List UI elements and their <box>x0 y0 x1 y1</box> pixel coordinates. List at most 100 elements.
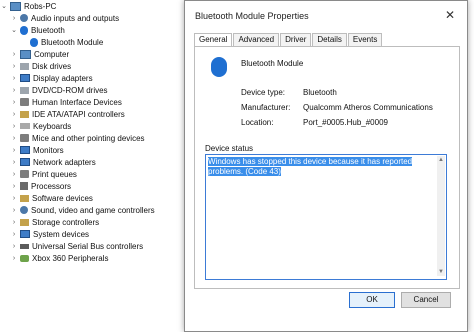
printer-icon <box>20 170 29 178</box>
tree-item-mice[interactable]: › Mice and other pointing devices <box>10 132 145 144</box>
ok-button[interactable]: OK <box>349 292 395 308</box>
device-status-group: Device status Windows has stopped this d… <box>203 144 447 282</box>
device-type-label: Device type: <box>241 88 286 97</box>
storage-icon <box>20 218 29 226</box>
tree-item-bluetooth-module[interactable]: Bluetooth Module <box>28 36 103 48</box>
tree-item-ide[interactable]: › IDE ATA/ATAPI controllers <box>10 108 125 120</box>
expand-icon[interactable]: › <box>10 96 18 108</box>
tree-root-label: Robs-PC <box>24 1 57 11</box>
expand-icon[interactable]: › <box>10 204 18 216</box>
tab-general[interactable]: General <box>194 33 233 47</box>
expand-icon[interactable]: › <box>10 72 18 84</box>
tree-item-label: Sound, video and game controllers <box>31 205 155 215</box>
expand-icon[interactable]: › <box>10 228 18 240</box>
status-line-1: Windows has stopped this device because … <box>208 157 413 166</box>
tree-item-keyboards[interactable]: › Keyboards <box>10 120 71 132</box>
location-label: Location: <box>241 118 274 127</box>
general-tab-panel: Bluetooth Module Device type: Bluetooth … <box>194 46 460 289</box>
expand-icon[interactable]: › <box>10 12 18 24</box>
computer-icon <box>10 1 21 11</box>
bluetooth-icon <box>211 57 227 77</box>
expand-icon[interactable]: › <box>10 120 18 132</box>
tab-events[interactable]: Events <box>347 33 383 46</box>
tree-item-usb[interactable]: › Universal Serial Bus controllers <box>10 240 143 252</box>
manufacturer-value: Qualcomm Atheros Communications <box>303 103 433 112</box>
tree-item-bluetooth[interactable]: ⌄ Bluetooth <box>10 24 65 36</box>
processor-icon <box>20 182 28 190</box>
tree-item-computer[interactable]: › Computer <box>10 48 69 60</box>
xbox-icon <box>20 254 29 262</box>
expand-icon[interactable]: › <box>10 180 18 192</box>
device-status-textbox[interactable]: Windows has stopped this device because … <box>205 154 447 280</box>
scroll-up-icon[interactable]: ▲ <box>437 156 445 164</box>
expand-icon[interactable]: › <box>10 84 18 96</box>
expand-icon[interactable]: › <box>10 216 18 228</box>
network-icon <box>20 158 30 166</box>
tree-item-system[interactable]: › System devices <box>10 228 89 240</box>
collapse-icon[interactable]: ⌄ <box>0 0 8 12</box>
tree-item-hid[interactable]: › Human Interface Devices <box>10 96 122 108</box>
expand-icon[interactable]: › <box>10 132 18 144</box>
tree-root[interactable]: ⌄ Robs-PC <box>0 0 56 12</box>
tree-item-disk-drives[interactable]: › Disk drives <box>10 60 71 72</box>
tree-item-label: Human Interface Devices <box>32 97 122 107</box>
dialog-titlebar[interactable]: Bluetooth Module Properties ✕ <box>185 1 467 31</box>
expand-icon[interactable]: › <box>10 168 18 180</box>
ide-icon <box>20 110 29 118</box>
tree-item-label: Bluetooth <box>31 25 65 35</box>
tree-item-dvd[interactable]: › DVD/CD-ROM drives <box>10 84 108 96</box>
manufacturer-label: Manufacturer: <box>241 103 291 112</box>
dvd-icon <box>20 86 29 94</box>
system-icon <box>20 230 30 238</box>
tree-item-label: Monitors <box>33 145 64 155</box>
close-icon[interactable]: ✕ <box>443 8 457 22</box>
tree-item-audio[interactable]: › Audio inputs and outputs <box>10 12 119 24</box>
disk-icon <box>20 62 29 70</box>
expand-icon[interactable]: › <box>10 60 18 72</box>
tree-item-processors[interactable]: › Processors <box>10 180 71 192</box>
tree-item-monitors[interactable]: › Monitors <box>10 144 64 156</box>
hid-icon <box>20 98 29 106</box>
tree-item-storage[interactable]: › Storage controllers <box>10 216 99 228</box>
tree-item-label: Audio inputs and outputs <box>31 13 120 23</box>
device-status-label: Device status <box>205 144 254 153</box>
tab-details[interactable]: Details <box>312 33 347 46</box>
collapse-icon[interactable]: ⌄ <box>10 24 18 36</box>
dialog-title: Bluetooth Module Properties <box>195 11 309 21</box>
mouse-icon <box>20 134 29 142</box>
tree-item-label: Print queues <box>32 169 77 179</box>
tab-strip: General Advanced Driver Details Events <box>194 33 383 47</box>
scroll-down-icon[interactable]: ▼ <box>437 268 445 276</box>
tree-item-display-adapters[interactable]: › Display adapters <box>10 72 93 84</box>
tree-item-xbox[interactable]: › Xbox 360 Peripherals <box>10 252 109 264</box>
tree-item-label: Processors <box>31 181 72 191</box>
monitor-icon <box>20 146 30 154</box>
tree-item-label: Mice and other pointing devices <box>32 133 145 143</box>
vertical-scrollbar[interactable]: ▲ ▼ <box>437 156 445 276</box>
usb-icon <box>20 243 29 249</box>
device-status-text: Windows has stopped this device because … <box>208 157 428 177</box>
tab-driver[interactable]: Driver <box>280 33 312 46</box>
tab-advanced[interactable]: Advanced <box>233 33 280 46</box>
expand-icon[interactable]: › <box>10 48 18 60</box>
tree-item-network[interactable]: › Network adapters <box>10 156 96 168</box>
expand-icon[interactable]: › <box>10 252 18 264</box>
device-type-value: Bluetooth <box>303 88 337 97</box>
tree-item-label: Network adapters <box>33 157 96 167</box>
bluetooth-icon <box>30 37 38 47</box>
expand-icon[interactable]: › <box>10 108 18 120</box>
tree-item-label: Computer <box>34 49 70 59</box>
tree-item-label: Disk drives <box>32 61 72 71</box>
location-value: Port_#0005.Hub_#0009 <box>303 118 388 127</box>
expand-icon[interactable]: › <box>10 156 18 168</box>
tree-item-sound[interactable]: › Sound, video and game controllers <box>10 204 155 216</box>
cancel-button[interactable]: Cancel <box>401 292 451 308</box>
expand-icon[interactable]: › <box>10 144 18 156</box>
bluetooth-icon <box>20 25 28 35</box>
tree-item-print-queues[interactable]: › Print queues <box>10 168 77 180</box>
tree-item-label: DVD/CD-ROM drives <box>32 85 108 95</box>
expand-icon[interactable]: › <box>10 192 18 204</box>
status-line-2: problems. (Code 43) <box>208 167 281 176</box>
expand-icon[interactable]: › <box>10 240 18 252</box>
tree-item-software[interactable]: › Software devices <box>10 192 93 204</box>
